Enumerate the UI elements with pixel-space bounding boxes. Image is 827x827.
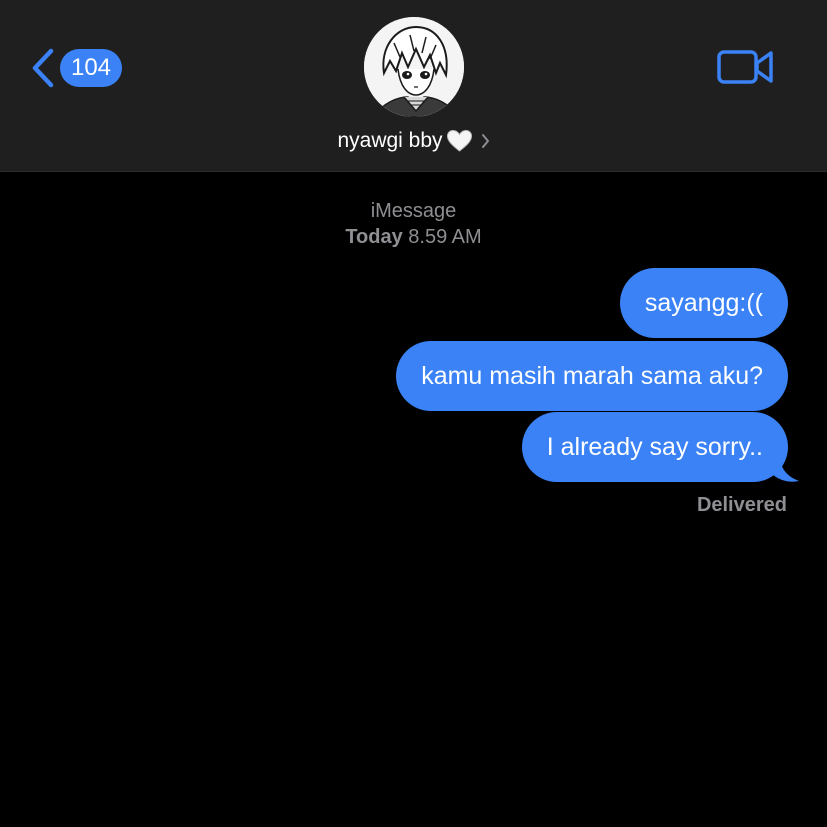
timestamp: Today 8.59 AM (0, 225, 827, 249)
contact-name: nyawgi bby (337, 129, 443, 152)
chevron-left-icon (32, 48, 54, 88)
timestamp-time: 8.59 AM (408, 226, 482, 248)
video-camera-icon[interactable] (716, 48, 774, 86)
message-bubble[interactable]: kamu masih marah sama aku? (396, 341, 788, 411)
message-bubble[interactable]: sayangg:(( (619, 268, 788, 338)
conversation-header: 104 nyawgi bby (0, 0, 827, 172)
avatar[interactable] (364, 17, 464, 117)
delivery-status: Delivered (696, 494, 787, 516)
back-button[interactable]: 104 (30, 46, 122, 90)
bubble-tail (772, 458, 799, 482)
service-label: iMessage (370, 200, 457, 222)
chevron-right-icon (481, 134, 489, 148)
timestamp-day: Today (345, 226, 403, 248)
message-bubble[interactable]: I already say sorry.. (521, 412, 788, 482)
white-heart-icon (446, 129, 472, 152)
unread-count-badge: 104 (60, 49, 122, 87)
contact-name-button[interactable]: nyawgi bby (0, 124, 827, 158)
avatar-illustration (364, 17, 464, 117)
